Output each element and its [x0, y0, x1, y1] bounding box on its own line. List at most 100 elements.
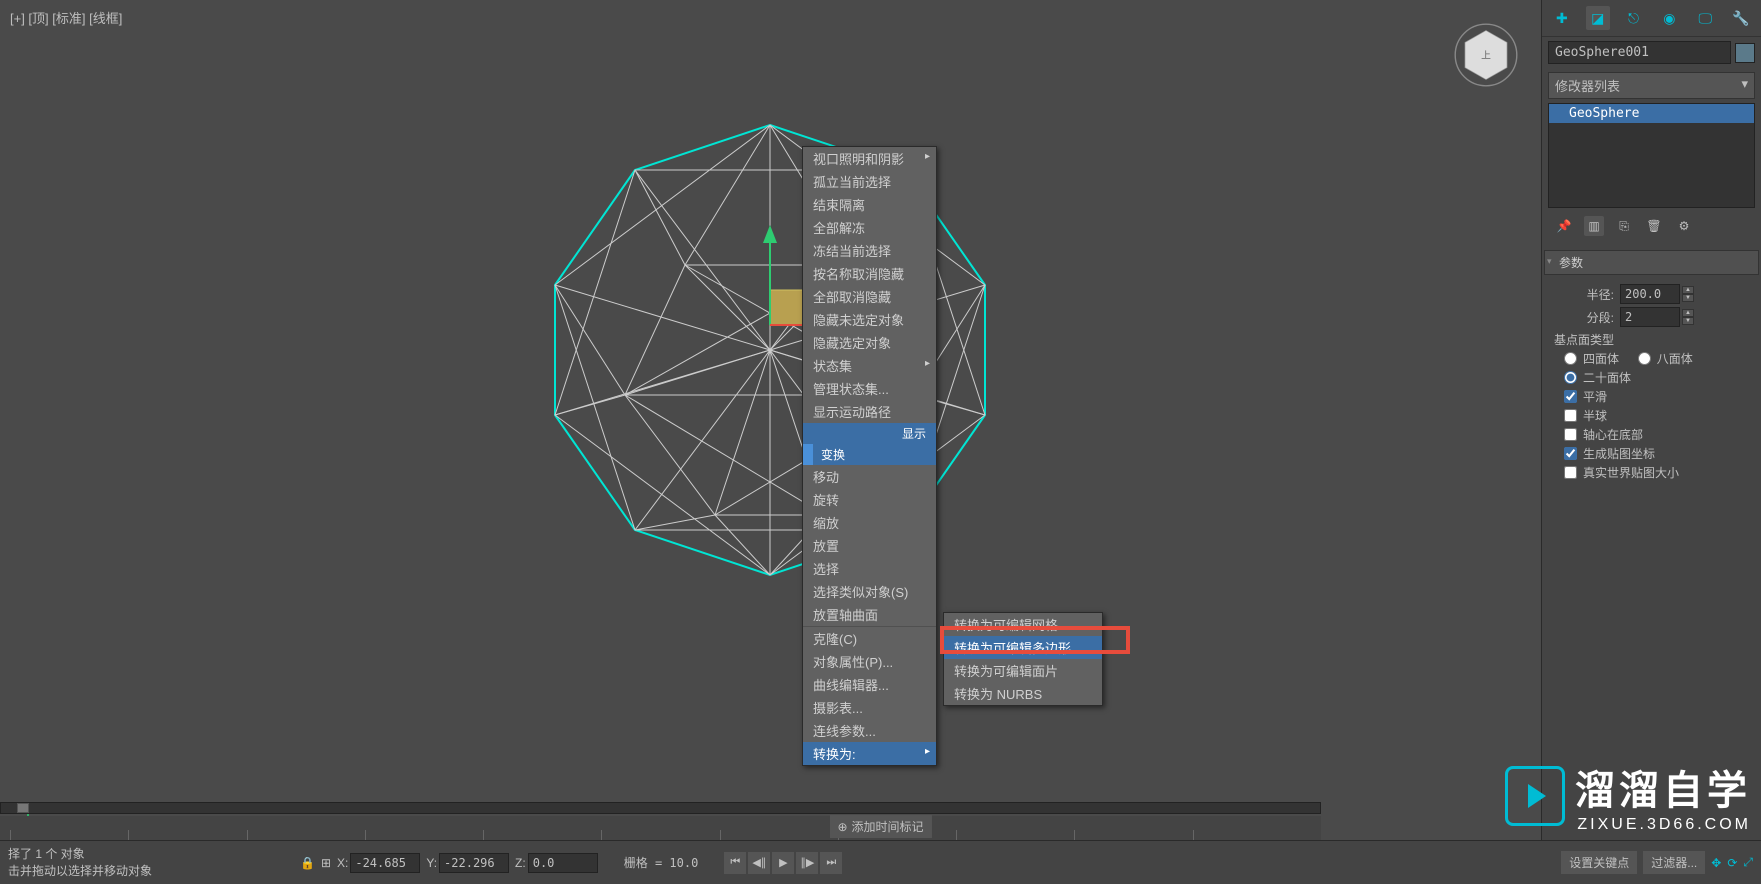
hierarchy-tab-icon[interactable]: ⎋	[1622, 6, 1646, 30]
show-end-result-icon[interactable]: ▥	[1584, 216, 1604, 236]
lock-icon[interactable]: 🔒	[300, 856, 315, 870]
radius-down[interactable]: ▼	[1682, 294, 1694, 302]
selection-status: 择了 1 个 对象	[8, 846, 292, 863]
menu-item[interactable]: 隐藏未选定对象	[803, 308, 936, 331]
grid-label: 栅格 = 10.0	[624, 854, 699, 871]
time-tick[interactable]: 30	[365, 830, 483, 840]
object-color-swatch[interactable]	[1735, 43, 1755, 63]
prev-frame-icon[interactable]: ◀∥	[748, 852, 770, 874]
menu-item[interactable]: 放置轴曲面	[803, 603, 936, 626]
menu-group-1: 视口照明和阴影孤立当前选择结束隔离全部解冻冻结当前选择按名称取消隐藏全部取消隐藏…	[803, 147, 936, 423]
time-tick[interactable]: 50	[601, 830, 719, 840]
menu-item[interactable]: 旋转	[803, 488, 936, 511]
coord-mode-icon[interactable]: ⊞	[321, 856, 331, 870]
command-panel: ✚ ◪ ⎋ ◉ 🖵 🔧 修改器列表 GeoSphere 📌 ▥ ⎘ 🗑 ⚙	[1541, 0, 1761, 884]
time-tick[interactable]: 0	[10, 830, 128, 840]
realworld-check[interactable]	[1564, 466, 1577, 479]
params-rollout-header[interactable]: 参数	[1544, 250, 1759, 275]
key-filters-button[interactable]: 过滤器...	[1643, 851, 1705, 874]
submenu-item[interactable]: 转换为可编辑多边形	[944, 636, 1102, 659]
menu-item[interactable]: 全部解冻	[803, 216, 936, 239]
object-name-input[interactable]	[1548, 41, 1731, 64]
motion-tab-icon[interactable]: ◉	[1657, 6, 1681, 30]
command-panel-tabs: ✚ ◪ ⎋ ◉ 🖵 🔧	[1542, 0, 1761, 37]
menu-item[interactable]: 缩放	[803, 511, 936, 534]
time-tick[interactable]: 100	[1193, 830, 1311, 840]
submenu-item[interactable]: 转换为 NURBS	[944, 682, 1102, 705]
time-tick[interactable]: 40	[483, 830, 601, 840]
menu-item[interactable]: 连线参数...	[803, 719, 936, 742]
make-unique-icon[interactable]: ⎘	[1614, 216, 1634, 236]
icosa-radio[interactable]	[1564, 371, 1577, 384]
smooth-check[interactable]	[1564, 390, 1577, 403]
play-icon[interactable]: ▶	[772, 852, 794, 874]
svg-text:上: 上	[1481, 50, 1491, 62]
time-tick[interactable]: 20	[247, 830, 365, 840]
display-tab-icon[interactable]: 🖵	[1693, 6, 1717, 30]
convert-submenu: 转换为可编辑网格转换为可编辑多边形转换为可编辑面片转换为 NURBS	[943, 612, 1103, 706]
time-tick[interactable]: 90	[1074, 830, 1192, 840]
modifier-stack[interactable]: GeoSphere	[1548, 103, 1755, 208]
menu-item[interactable]: 视口照明和阴影	[803, 147, 936, 170]
stack-item-geosphere[interactable]: GeoSphere	[1549, 104, 1754, 123]
octa-radio[interactable]	[1638, 352, 1651, 365]
time-ruler[interactable]: 0102030405060708090100	[0, 816, 1321, 840]
modifier-list-dropdown[interactable]: 修改器列表	[1548, 72, 1755, 99]
viewport-nav-icon[interactable]: ✥	[1711, 856, 1721, 870]
menu-item[interactable]: 按名称取消隐藏	[803, 262, 936, 285]
menu-item[interactable]: 移动	[803, 465, 936, 488]
menu-item[interactable]: 放置	[803, 534, 936, 557]
time-tick[interactable]: 60	[720, 830, 838, 840]
radius-up[interactable]: ▲	[1682, 286, 1694, 294]
menu-item[interactable]: 对象属性(P)...	[803, 650, 936, 673]
menu-item[interactable]: 曲线编辑器...	[803, 673, 936, 696]
menu-item[interactable]: 全部取消隐藏	[803, 285, 936, 308]
goto-start-icon[interactable]: ⏮	[724, 852, 746, 874]
menu-item[interactable]: 隐藏选定对象	[803, 331, 936, 354]
modify-tab-icon[interactable]: ◪	[1586, 6, 1610, 30]
menu-item[interactable]: 显示运动路径	[803, 400, 936, 423]
segments-down[interactable]: ▼	[1682, 317, 1694, 325]
viewport-nav-icon3[interactable]: ⤢	[1743, 855, 1753, 870]
viewcube[interactable]: 上	[1451, 20, 1521, 90]
tetra-radio[interactable]	[1564, 352, 1577, 365]
segments-input[interactable]	[1620, 307, 1680, 327]
pin-stack-icon[interactable]: 📌	[1554, 216, 1574, 236]
time-tick[interactable]: 80	[956, 830, 1074, 840]
menu-group-2: 移动旋转缩放放置选择选择类似对象(S)放置轴曲面	[803, 465, 936, 626]
menu-item[interactable]: 冻结当前选择	[803, 239, 936, 262]
x-coord-input[interactable]	[350, 853, 420, 873]
pivot-check[interactable]	[1564, 428, 1577, 441]
segments-up[interactable]: ▲	[1682, 309, 1694, 317]
context-menu: 视口照明和阴影孤立当前选择结束隔离全部解冻冻结当前选择按名称取消隐藏全部取消隐藏…	[802, 146, 937, 766]
utilities-tab-icon[interactable]: 🔧	[1729, 6, 1753, 30]
remove-modifier-icon[interactable]: 🗑	[1644, 216, 1664, 236]
hemi-check[interactable]	[1564, 409, 1577, 422]
viewport-label[interactable]: [+] [顶] [标准] [线框]	[10, 8, 122, 27]
configure-sets-icon[interactable]: ⚙	[1674, 216, 1694, 236]
menu-item[interactable]: 管理状态集...	[803, 377, 936, 400]
menu-item[interactable]: 摄影表...	[803, 696, 936, 719]
timeline-scrollbar[interactable]	[0, 802, 1321, 814]
submenu-item[interactable]: 转换为可编辑面片	[944, 659, 1102, 682]
radius-input[interactable]	[1620, 284, 1680, 304]
menu-item[interactable]: 选择类似对象(S)	[803, 580, 936, 603]
menu-item[interactable]: 转换为:	[803, 742, 936, 765]
add-time-tag-button[interactable]: ⊕添加时间标记	[829, 815, 931, 838]
viewport-nav-icon2[interactable]: ⟳	[1727, 856, 1737, 870]
menu-item[interactable]: 结束隔离	[803, 193, 936, 216]
next-frame-icon[interactable]: ∥▶	[796, 852, 818, 874]
time-tick[interactable]: 10	[128, 830, 246, 840]
z-coord-input[interactable]	[528, 853, 598, 873]
set-key-button[interactable]: 设置关键点	[1561, 851, 1637, 874]
submenu-item[interactable]: 转换为可编辑网格	[944, 613, 1102, 636]
viewport[interactable]: [+] [顶] [标准] [线框] 上	[0, 0, 1541, 884]
create-tab-icon[interactable]: ✚	[1550, 6, 1574, 30]
y-coord-input[interactable]	[439, 853, 509, 873]
menu-item[interactable]: 状态集	[803, 354, 936, 377]
menu-item[interactable]: 孤立当前选择	[803, 170, 936, 193]
goto-end-icon[interactable]: ⏭	[820, 852, 842, 874]
menu-item[interactable]: 选择	[803, 557, 936, 580]
genmap-check[interactable]	[1564, 447, 1577, 460]
menu-item[interactable]: 克隆(C)	[803, 627, 936, 650]
